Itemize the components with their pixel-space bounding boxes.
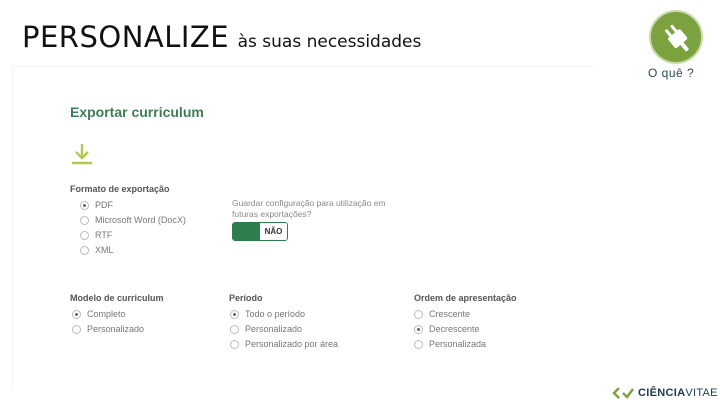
radio-button[interactable] [414,324,423,334]
logo-text-bold: CIÊNCIA [638,387,686,399]
cienciavitae-logo: CIÊNCIA VITAE [612,387,718,399]
format-option-docx[interactable]: Microsoft Word (DocX) [80,215,186,225]
radio-button[interactable] [72,324,81,334]
radio-button[interactable] [230,339,239,349]
model-option-personalizado[interactable]: Personalizado [72,324,144,334]
order-option-personalizada[interactable]: Personalizada [414,339,486,349]
period-option-por-area[interactable]: Personalizado por área [230,339,338,349]
oque-label: O quê ? [648,66,695,80]
cienciavitae-logo-icon [612,387,634,399]
radio-button[interactable] [80,215,89,225]
model-label: Modelo de curriculum [70,293,164,303]
format-option-pdf[interactable]: PDF [80,200,113,210]
slide-title: PERSONALIZE às suas necessidades [22,20,421,54]
order-label: Ordem de apresentação [414,293,517,303]
radio-button[interactable] [414,309,423,319]
download-icon[interactable] [70,142,94,166]
format-label: Formato de exportação [70,184,170,194]
radio-button[interactable] [80,200,89,210]
card-title: Exportar curriculum [70,104,204,120]
period-label: Período [229,293,263,303]
plug-badge [649,10,703,64]
model-option-completo[interactable]: Completo [72,309,126,319]
radio-button[interactable] [230,309,239,319]
slide-title-main: PERSONALIZE [22,20,230,54]
radio-button[interactable] [414,339,423,349]
radio-button[interactable] [72,309,81,319]
radio-button[interactable] [80,230,89,240]
period-option-todo[interactable]: Todo o período [230,309,305,319]
save-config-hint: Guardar configuração para utilização em … [232,198,386,219]
radio-button[interactable] [230,324,239,334]
save-config-toggle[interactable]: NÃO [232,222,288,241]
plug-icon [664,24,689,52]
slide-title-sub: às suas necessidades [237,32,422,52]
toggle-label[interactable]: NÃO [260,223,287,240]
logo-text-light: VITAE [685,387,718,399]
format-option-rtf[interactable]: RTF [80,230,112,240]
format-option-xml[interactable]: XML [80,245,114,255]
order-option-crescente[interactable]: Crescente [414,309,470,319]
period-option-personalizado[interactable]: Personalizado [230,324,302,334]
radio-button[interactable] [80,245,89,255]
toggle-on-segment[interactable] [233,223,260,240]
order-option-decrescente[interactable]: Decrescente [414,324,480,334]
